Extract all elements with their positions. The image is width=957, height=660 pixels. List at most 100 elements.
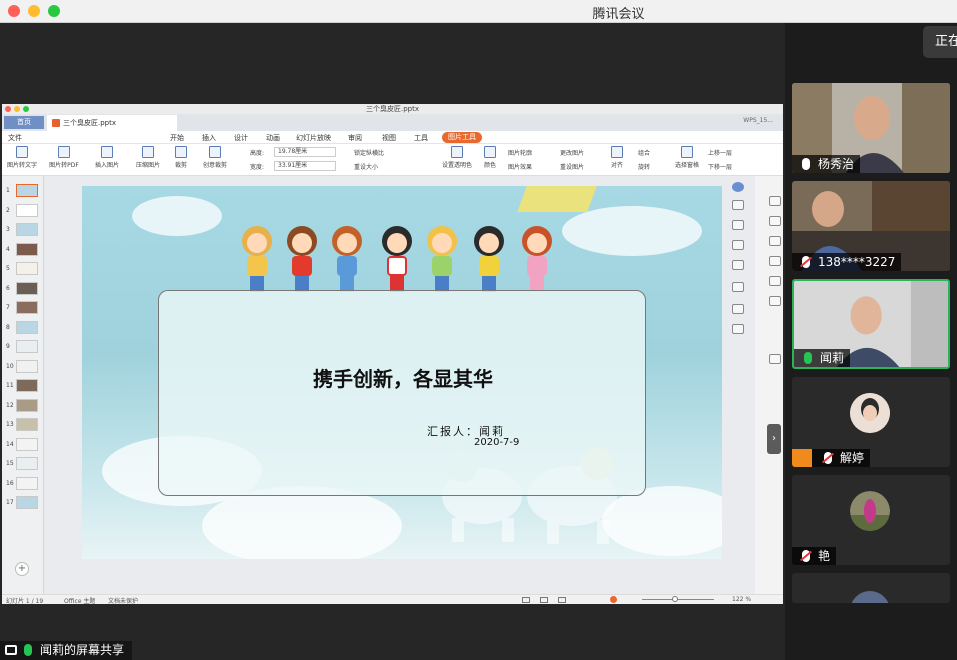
slide-thumbnail[interactable]: 9 [6, 340, 40, 355]
sorter-view-icon[interactable] [558, 597, 566, 603]
copy-icon[interactable] [732, 324, 744, 334]
chevron-right-icon[interactable]: › [767, 424, 781, 454]
slide-thumbnail[interactable]: 7 [6, 301, 40, 316]
rotate-button[interactable]: 旋转 [638, 162, 650, 171]
slide-thumbnail[interactable]: 3 [6, 223, 40, 238]
slide-thumbnail[interactable]: 12 [6, 399, 40, 414]
layers-icon[interactable] [732, 200, 744, 210]
play-icon[interactable] [610, 596, 617, 603]
menu-slideshow[interactable]: 幻灯片放映 [296, 133, 331, 143]
menu-review[interactable]: 审阅 [348, 133, 362, 143]
creative-crop-button[interactable]: 创意裁剪 [198, 144, 232, 169]
slide-thumbnail[interactable]: 11 [6, 379, 40, 394]
slide-thumbnail[interactable]: 16 [6, 477, 40, 492]
child-illustration [287, 226, 317, 292]
title-card[interactable]: 携手创新，各显其华 汇报人：闻莉 2020-7-9 [158, 290, 646, 496]
menu-design[interactable]: 设计 [234, 133, 248, 143]
zoom-slider[interactable] [642, 599, 714, 600]
crop-button[interactable]: 裁剪 [170, 144, 192, 169]
width-input[interactable]: 33.91厘米 [274, 161, 336, 171]
kite-decoration [517, 186, 597, 212]
notes-view-icon[interactable] [522, 597, 530, 603]
height-input[interactable]: 19.78厘米 [274, 147, 336, 157]
menu-picture-tools[interactable]: 图片工具 [442, 132, 482, 143]
participant-name-label: 138****3227 [792, 253, 902, 271]
slide-thumbnail[interactable]: 6 [6, 282, 40, 297]
home-tab[interactable]: 首页 [4, 116, 44, 129]
image-icon[interactable] [769, 354, 781, 364]
crop-side-icon[interactable] [732, 260, 744, 270]
menu-view[interactable]: 视图 [382, 133, 396, 143]
editor-body: 1 2 3 4 5 6 7 8 9 10 11 12 13 14 15 16 1… [2, 176, 783, 594]
document-tab[interactable]: 三个臭皮匠.pptx [47, 115, 177, 131]
star-icon[interactable] [769, 296, 781, 306]
lock-ratio-checkbox[interactable]: 锁定纵横比 [354, 148, 384, 157]
add-slide-button[interactable]: + [15, 562, 29, 576]
comment-icon[interactable] [769, 276, 781, 286]
reset-picture-button[interactable]: 重设图片 [560, 162, 584, 171]
zoom-icon[interactable] [732, 220, 744, 230]
shape-icon[interactable] [769, 196, 781, 206]
slide-thumbnail[interactable]: 13 [6, 418, 40, 433]
menu-insert[interactable]: 插入 [202, 133, 216, 143]
wps-window-title: 三个臭皮匠.pptx [366, 105, 419, 113]
slide-thumbnail[interactable]: 2 [6, 204, 40, 219]
zoom-level[interactable]: 122 % [732, 596, 751, 603]
child-illustration [427, 226, 457, 292]
participant-tile[interactable]: 138****3227 [792, 181, 950, 271]
bring-forward-button[interactable]: 上移一层 [708, 148, 732, 157]
compress-picture-button[interactable]: 压缩图片 [132, 144, 164, 169]
menu-start[interactable]: 开始 [170, 133, 184, 143]
screen-share-indicator[interactable]: 闻莉的屏幕共享 [0, 641, 132, 660]
stamp-icon[interactable] [769, 236, 781, 246]
task-pane-strip [755, 176, 783, 594]
align-button[interactable]: 对齐 [608, 144, 626, 169]
picture-outline-button[interactable]: 图片轮廓 [508, 148, 532, 157]
link-icon[interactable] [769, 216, 781, 226]
participant-tile[interactable]: 解婷 [792, 377, 950, 467]
color-button[interactable]: 颜色 [480, 144, 500, 169]
menu-file[interactable]: 文件 [8, 133, 22, 143]
account-label[interactable]: WPS_15... [743, 117, 773, 124]
slide-thumbnail[interactable]: 10 [6, 360, 40, 375]
slide-thumbnail[interactable]: 14 [6, 438, 40, 453]
insert-picture-button[interactable]: 插入图片 [90, 144, 124, 169]
reset-size-button[interactable]: 重设大小 [354, 162, 378, 171]
slide-thumbnail[interactable]: 5 [6, 262, 40, 277]
group-button[interactable]: 组合 [638, 148, 650, 157]
recording-status-pill[interactable]: 正在 [923, 26, 957, 58]
protect-status[interactable]: 文档未保护 [108, 596, 138, 604]
format-icon[interactable] [732, 240, 744, 250]
status-bar: 幻灯片 1 / 19 Office 主题 文档未保护 122 % [2, 594, 783, 604]
participant-tile-active[interactable]: 闻莉 [792, 279, 950, 369]
resize-icon[interactable] [732, 304, 744, 314]
pic-to-pdf-button[interactable]: 图片转PDF [44, 144, 84, 169]
send-backward-button[interactable]: 下移一层 [708, 162, 732, 171]
pic-to-text-button[interactable]: 图片转文字 [4, 144, 40, 169]
slide-title[interactable]: 携手创新，各显其华 [159, 363, 647, 392]
participant-tile[interactable]: 艳 [792, 475, 950, 565]
picture-effect-button[interactable]: 图片效果 [508, 162, 532, 171]
participant-tile[interactable]: 杨秀治 [792, 83, 950, 173]
image-edit-icon[interactable] [732, 282, 744, 292]
set-transparent-button[interactable]: 设置透明色 [438, 144, 476, 169]
zoom-slider-knob[interactable] [672, 596, 678, 602]
right-toolbar [728, 176, 752, 594]
slide-thumbnail[interactable]: 1 [6, 184, 40, 199]
magic-icon[interactable] [732, 182, 744, 192]
change-picture-button[interactable]: 更改图片 [560, 148, 584, 157]
slide-thumbnail[interactable]: 17 [6, 496, 40, 511]
slide-thumbnail[interactable]: 15 [6, 457, 40, 472]
slide-thumbnail[interactable]: 4 [6, 243, 40, 258]
normal-view-icon[interactable] [540, 597, 548, 603]
slide-date[interactable]: 2020-7-9 [474, 437, 519, 448]
app-title: 腾讯会议 [592, 7, 645, 22]
location-icon[interactable] [769, 256, 781, 266]
slide-thumbnail[interactable]: 8 [6, 321, 40, 336]
host-icon [792, 449, 812, 467]
selection-pane-button[interactable]: 选择窗格 [672, 144, 702, 169]
menu-tools[interactable]: 工具 [414, 133, 428, 143]
menu-animation[interactable]: 动画 [266, 133, 280, 143]
participant-tile-partial[interactable] [792, 573, 950, 603]
slide-canvas[interactable]: 携手创新，各显其华 汇报人：闻莉 2020-7-9 [82, 186, 722, 559]
